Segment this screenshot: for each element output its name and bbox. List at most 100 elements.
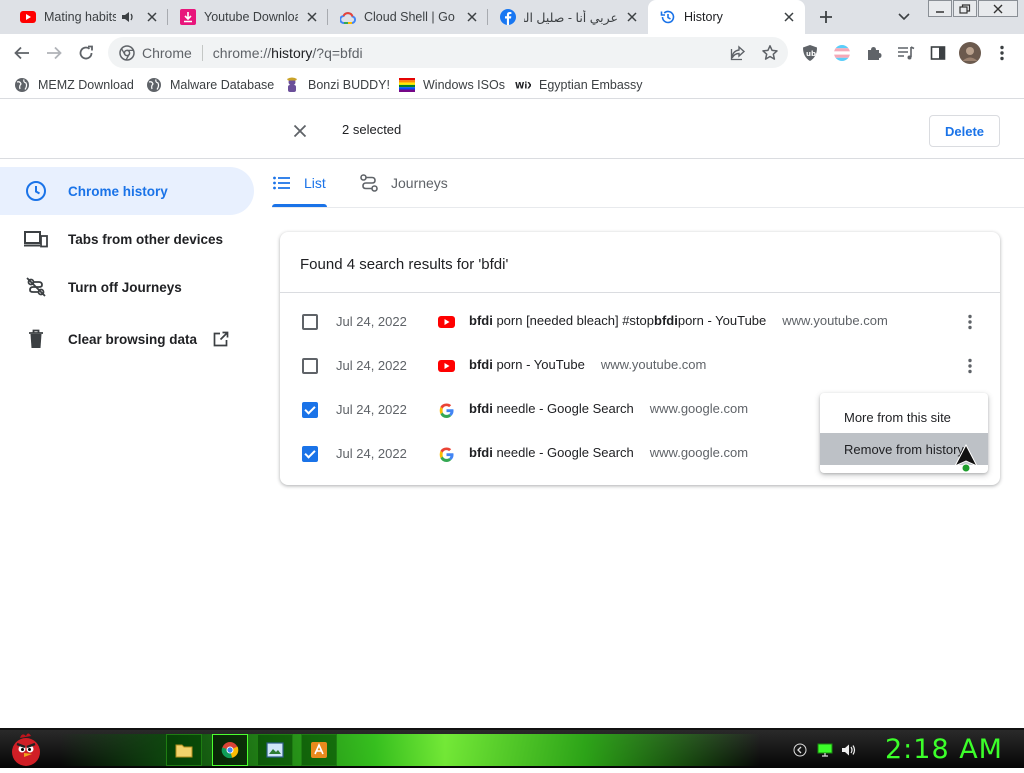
side-panel-icon[interactable] [925,40,951,66]
sidebar-item-clear-browsing-data[interactable]: Clear browsing data [0,315,254,363]
row-domain: www.google.com [649,401,749,416]
kebab-menu-icon[interactable] [989,40,1015,66]
row-title[interactable]: bfdi porn [needed bleach] #stopbfdiporn … [469,313,888,328]
tab-youtube-download[interactable]: Youtube Download [168,0,328,34]
menu-item-more-from-site[interactable]: More from this site [820,401,988,433]
star-icon[interactable] [760,43,780,63]
chrome-icon [221,742,239,759]
avatar[interactable] [957,40,983,66]
mouse-cursor-icon [953,444,979,473]
os-taskbar: 2:18 AM [0,728,1024,768]
sidebar-item-label: Clear browsing data [68,331,198,347]
chrome-icon [118,44,136,62]
row-date: Jul 24, 2022 [336,402,407,417]
trash-icon [24,327,48,351]
google-cloud-icon [340,9,356,25]
app-icon [311,742,327,758]
minimize-button[interactable] [928,0,952,17]
row-checkbox[interactable] [302,402,318,418]
history-row[interactable]: Jul 24, 2022 bfdi porn [needed bleach] #… [280,300,1000,344]
taskbar-chrome[interactable] [212,734,248,766]
more-actions-icon[interactable] [960,356,980,376]
row-domain: www.youtube.com [782,313,888,328]
tab-cloud-shell[interactable]: Cloud Shell | Go [328,0,488,34]
taskbar-clock[interactable]: 2:18 AM [885,734,1003,765]
row-checkbox[interactable] [302,446,318,462]
forward-button[interactable] [41,40,67,66]
row-title[interactable]: bfdi needle - Google Search www.google.co… [469,445,748,460]
row-title[interactable]: bfdi needle - Google Search www.google.co… [469,401,748,416]
svg-text:ub: ub [806,50,816,58]
row-domain: www.youtube.com [600,357,707,372]
close-icon[interactable] [144,9,160,25]
taskbar-app[interactable] [301,734,337,766]
history-view-tabs: List Journeys [272,159,1024,208]
tab-title: Youtube Download [204,10,298,24]
tab-title: Cloud Shell | Go [364,10,455,24]
taskbar-image-viewer[interactable] [257,734,293,766]
svg-text:WiX: WiX [515,82,531,91]
share-icon[interactable] [728,43,748,63]
puzzle-icon[interactable] [861,40,887,66]
reload-button[interactable] [73,40,99,66]
row-checkbox[interactable] [302,314,318,330]
devices-icon [24,227,48,251]
window-close-button[interactable] [978,0,1018,17]
bookmark-egyptian-embassy[interactable]: WiX Egyptian Embassy [515,75,643,95]
bookmark-memz[interactable]: MEMZ Download [14,75,134,95]
delete-button[interactable]: Delete [929,115,1000,147]
journeys-icon [359,173,379,193]
volume-icon[interactable] [841,742,857,758]
bookmarks-bar: MEMZ Download Malware Database Bonzi BUD… [0,71,1024,99]
media-controls-icon[interactable] [893,40,919,66]
selection-toolbar: 2 selected Delete [0,100,1024,159]
tab-strip: Mating habits Youtube Download Cloud She… [0,0,1024,34]
row-checkbox[interactable] [302,358,318,374]
tab-title: History [684,10,723,24]
wix-icon: WiX [515,77,531,93]
ublock-icon[interactable]: ub [797,40,823,66]
address-bar[interactable]: Chrome chrome://history/?q=bfdi [108,37,788,68]
tab-history[interactable]: History [648,0,805,34]
tab-journeys[interactable]: Journeys [359,159,459,207]
bookmark-windows-isos[interactable]: Windows ISOs [399,75,505,95]
image-viewer-icon [266,742,284,758]
close-icon[interactable] [464,9,480,25]
sidebar-item-label: Chrome history [68,183,168,199]
sidebar-item-tabs-other-devices[interactable]: Tabs from other devices [0,215,254,263]
tray-chevron-icon[interactable] [792,742,808,758]
row-title[interactable]: bfdi porn - YouTube www.youtube.com [469,357,706,372]
history-row[interactable]: Jul 24, 2022 bfdi porn - YouTube www.yout… [280,344,1000,388]
clear-selection-button[interactable] [290,121,310,141]
more-actions-icon[interactable] [960,312,980,332]
chevron-down-icon[interactable] [894,7,914,27]
globe-icon [14,77,30,93]
network-icon[interactable] [817,742,833,758]
tab-list[interactable]: List [272,159,327,207]
youtube-icon [437,357,455,375]
taskbar-file-explorer[interactable] [166,734,202,766]
sidebar-item-chrome-history[interactable]: Chrome history [0,167,254,215]
tab-label: Journeys [391,175,448,191]
angry-bird-icon [12,733,40,766]
tab-mating-habits[interactable]: Mating habits [8,0,168,34]
close-icon[interactable] [304,9,320,25]
start-button[interactable] [6,730,48,770]
bookmark-malware-database[interactable]: Malware Database [146,75,274,95]
youtube-icon [437,313,455,331]
back-button[interactable] [9,40,35,66]
rainbow-flag-icon [399,77,415,93]
tab-facebook[interactable]: عربي أنا - صليل الصو [488,0,648,34]
bookmark-bonzi-buddy[interactable]: Bonzi BUDDY! [284,75,390,95]
facebook-icon [500,9,516,25]
tab-title: Mating habits [44,10,116,24]
restore-button[interactable] [953,0,977,17]
new-tab-button[interactable] [814,5,838,29]
close-icon[interactable] [781,9,797,25]
speaker-icon[interactable] [120,9,136,25]
sidebar-item-turn-off-journeys[interactable]: Turn off Journeys [0,263,254,311]
close-icon[interactable] [624,9,640,25]
row-date: Jul 24, 2022 [336,446,407,461]
pride-extension-icon[interactable] [829,40,855,66]
google-icon [437,401,455,419]
